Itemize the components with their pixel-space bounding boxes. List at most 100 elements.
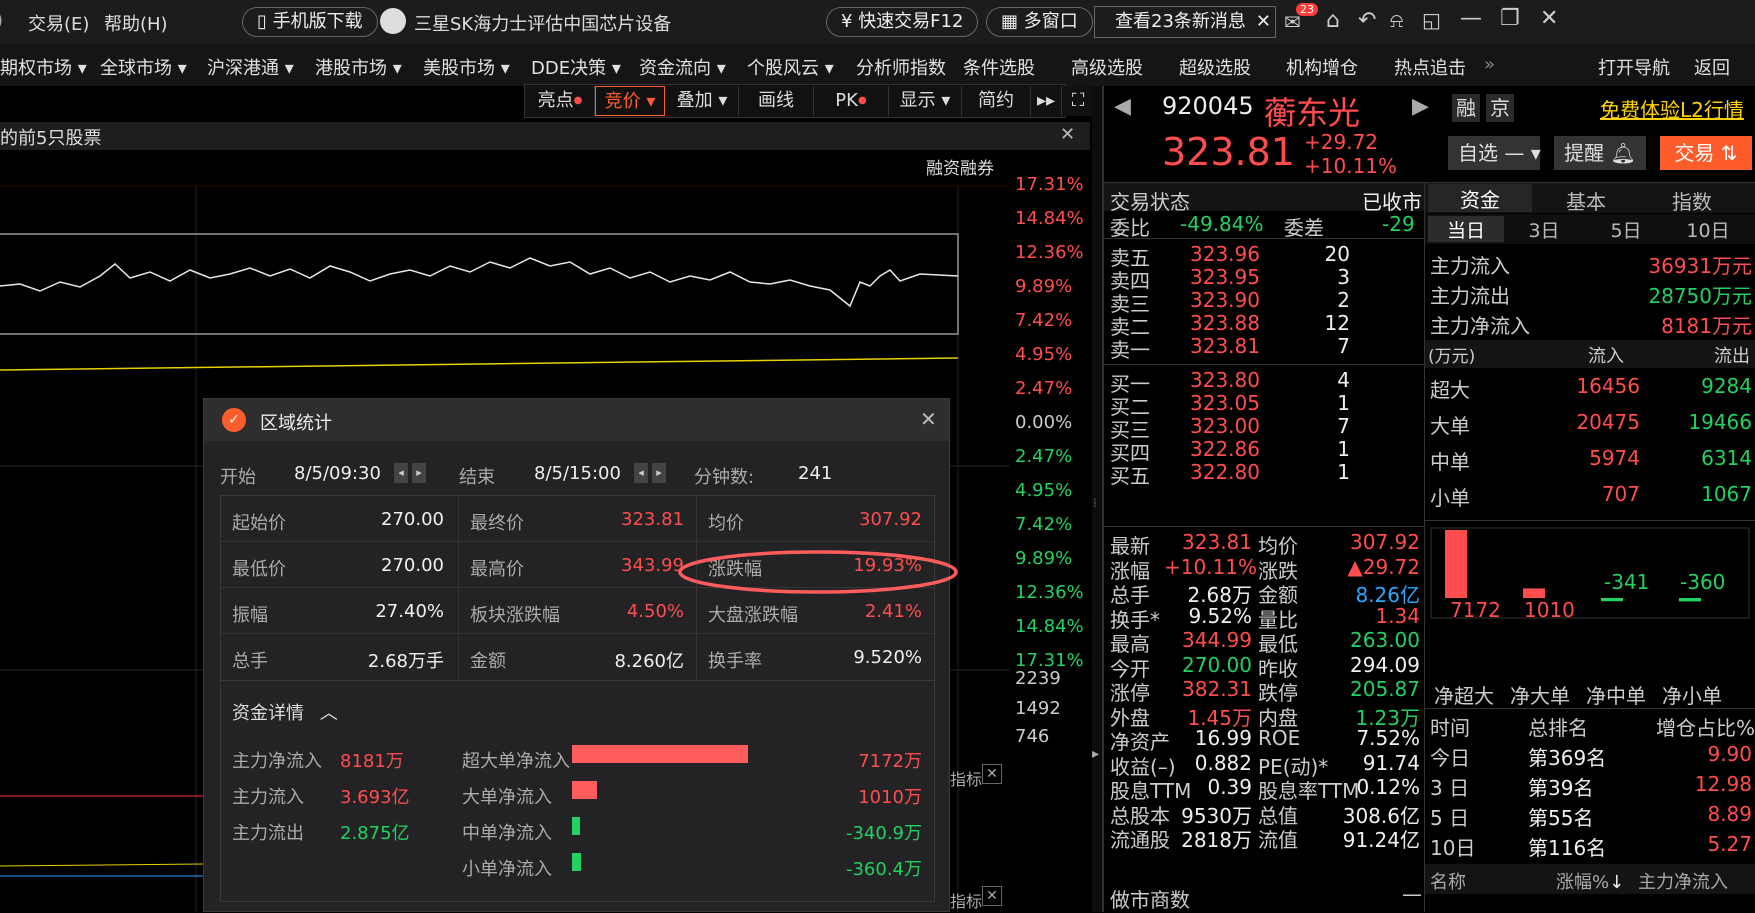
menu-global-market[interactable]: 全球市场 ▾	[100, 54, 187, 80]
mobile-download-button[interactable]: ▯ 手机版下载	[242, 7, 378, 37]
new-messages-box[interactable]: 查看23条新消息 ✕	[1094, 6, 1276, 38]
end-prev-icon[interactable]: ◂	[634, 463, 648, 483]
prev-stock-icon[interactable]: ◀	[1114, 94, 1131, 119]
close-window-icon[interactable]: ✕	[1540, 6, 1558, 31]
ask-price[interactable]: 323.95	[1190, 265, 1260, 289]
fund-row-in: 707	[1601, 482, 1640, 506]
start-label: 开始	[220, 467, 256, 488]
simple-button[interactable]: 简约	[962, 86, 1031, 116]
fullscreen-icon[interactable]: ⛶	[1062, 86, 1094, 116]
menu-trade[interactable]: 交易(E)	[28, 10, 89, 36]
news-headline[interactable]: 三星SK海力士评估中国芯片设备	[414, 10, 671, 36]
indicator-label[interactable]: 指标	[950, 766, 982, 790]
period-5d[interactable]: 5日	[1588, 216, 1664, 243]
start-prev-icon[interactable]: ◂	[394, 463, 408, 483]
menu-us-market[interactable]: 美股市场 ▾	[423, 54, 510, 80]
back-link[interactable]: 返回	[1694, 54, 1730, 80]
quote-panel: ◀ 920045 蘅东光 ▶ 融 京 免费体验L2行情 323.81 +29.7…	[1102, 86, 1755, 912]
menu-super-select[interactable]: 超级选股	[1179, 54, 1251, 80]
bid-price[interactable]: 323.05	[1190, 391, 1260, 415]
bidding-button[interactable]: 竞价 ▾	[595, 86, 665, 116]
bid-price[interactable]: 322.86	[1190, 437, 1260, 461]
stock-change-pct: +10.11%	[1304, 154, 1398, 178]
menu-hk-market[interactable]: 港股市场 ▾	[315, 54, 402, 80]
ask-price[interactable]: 323.90	[1190, 288, 1260, 312]
menu-hot-tracking[interactable]: 热点追击	[1394, 54, 1466, 80]
stat-value: 307.92	[859, 509, 922, 530]
overlay-button[interactable]: 叠加 ▾	[666, 86, 739, 116]
trade-button[interactable]: 交易 ⇅	[1660, 136, 1752, 170]
display-button[interactable]: 显示 ▾	[889, 86, 962, 116]
ask-price[interactable]: 323.96	[1190, 242, 1260, 266]
layout-icon[interactable]: ◱	[1422, 8, 1441, 32]
more-tools-icon[interactable]: ▸▸	[1031, 86, 1062, 116]
dialog-close-icon[interactable]: ✕	[920, 407, 937, 431]
list-header-change[interactable]: 涨幅%↓	[1556, 868, 1624, 894]
quick-trade-button[interactable]: ¥ 快速交易F12	[826, 7, 979, 37]
open-nav-link[interactable]: 打开导航	[1598, 54, 1670, 80]
end-next-icon[interactable]: ▸	[652, 463, 666, 483]
flow-bar	[572, 853, 581, 871]
more-menu-icon[interactable]: »	[1484, 54, 1495, 75]
list-header-name[interactable]: 名称	[1430, 868, 1466, 894]
splitter-grip-icon[interactable]: ⁞	[1093, 496, 1097, 510]
stat-value: 2.41%	[864, 601, 922, 622]
l2-trial-link[interactable]: 免费体验L2行情	[1600, 94, 1744, 123]
tab-index[interactable]: 指数	[1640, 186, 1744, 215]
tab-basic[interactable]: 基本	[1534, 186, 1638, 215]
bid-price[interactable]: 322.80	[1190, 460, 1260, 484]
menu-institution-add[interactable]: 机构增仓	[1286, 54, 1358, 80]
undo-icon[interactable]: ↶	[1358, 8, 1376, 33]
menu-advanced-select[interactable]: 高级选股	[1071, 54, 1143, 80]
close-icon[interactable]: ✕	[1256, 7, 1271, 37]
fund-details-toggle[interactable]: 资金详情 ︿	[232, 699, 338, 725]
menu-analyst-index[interactable]: 分析师指数	[856, 54, 946, 80]
banner-close-icon[interactable]: ✕	[1060, 124, 1075, 145]
home-icon[interactable]: ⌂	[1326, 8, 1340, 33]
menu-stock-news[interactable]: 个股风云 ▾	[747, 54, 834, 80]
period-3d[interactable]: 3日	[1506, 216, 1582, 243]
bid-price[interactable]: 323.80	[1190, 368, 1260, 392]
highlights-button[interactable]: 亮点●	[526, 86, 595, 116]
axis-label: 2.47%	[1015, 378, 1073, 399]
watchlist-button[interactable]: 自选 — ▾	[1448, 136, 1541, 170]
alert-button[interactable]: 提醒 🔔︎	[1554, 136, 1646, 170]
indicator-close-icon[interactable]: ✕	[982, 764, 1002, 784]
quote-value: 0.39	[1207, 775, 1252, 799]
margin-label[interactable]: 融资融券	[926, 154, 994, 179]
menu-hk-connect[interactable]: 沪深港通 ▾	[207, 54, 294, 80]
menu-fund-flow[interactable]: 资金流向 ▾	[639, 54, 726, 80]
pk-button[interactable]: PK●	[814, 86, 889, 116]
stock-change: +29.72	[1304, 130, 1379, 154]
restore-icon[interactable]: ❐	[1500, 6, 1520, 31]
net-bar-value: 1010	[1524, 598, 1575, 622]
next-stock-icon[interactable]: ▶	[1412, 94, 1429, 119]
indicator-label-2[interactable]: 指标	[950, 888, 982, 912]
quote-value: 344.99	[1182, 628, 1252, 652]
panel-divider[interactable]: ⁞ ▸	[1092, 86, 1102, 912]
fund-row-out: 19466	[1688, 410, 1752, 434]
indicator-close-icon-2[interactable]: ✕	[982, 886, 1002, 906]
period-today[interactable]: 当日	[1428, 216, 1504, 242]
period-10d[interactable]: 10日	[1670, 216, 1746, 243]
menu-options-market[interactable]: 期权市场 ▾	[0, 54, 87, 80]
exchange-tag: 京	[1486, 94, 1514, 122]
shirt-icon[interactable]: ⍾	[1390, 8, 1403, 32]
menu-dde[interactable]: DDE决策 ▾	[531, 54, 621, 80]
tab-fund[interactable]: 资金	[1428, 184, 1532, 212]
rank-header-pct: 增仓占比%	[1656, 716, 1755, 740]
menu-condition-select[interactable]: 条件选股	[963, 54, 1035, 80]
flow-label: 中单净流入	[462, 823, 552, 844]
menu-help[interactable]: 帮助(H)	[104, 10, 168, 36]
start-next-icon[interactable]: ▸	[412, 463, 426, 483]
draw-button[interactable]: 画线	[739, 86, 814, 116]
minimize-icon[interactable]: —	[1460, 6, 1482, 31]
ask-price[interactable]: 323.81	[1190, 334, 1260, 358]
list-header-mainflow[interactable]: 主力净流入	[1638, 868, 1728, 894]
bid-price[interactable]: 323.00	[1190, 414, 1260, 438]
quote-value: 382.31	[1182, 677, 1252, 701]
ask-price[interactable]: 323.88	[1190, 311, 1260, 335]
dialog-header[interactable]: ✓ 区域统计 ✕	[204, 399, 949, 441]
collapse-arrow-icon[interactable]: ▸	[1092, 746, 1099, 762]
multi-window-button[interactable]: ▦ 多窗口	[986, 7, 1093, 37]
